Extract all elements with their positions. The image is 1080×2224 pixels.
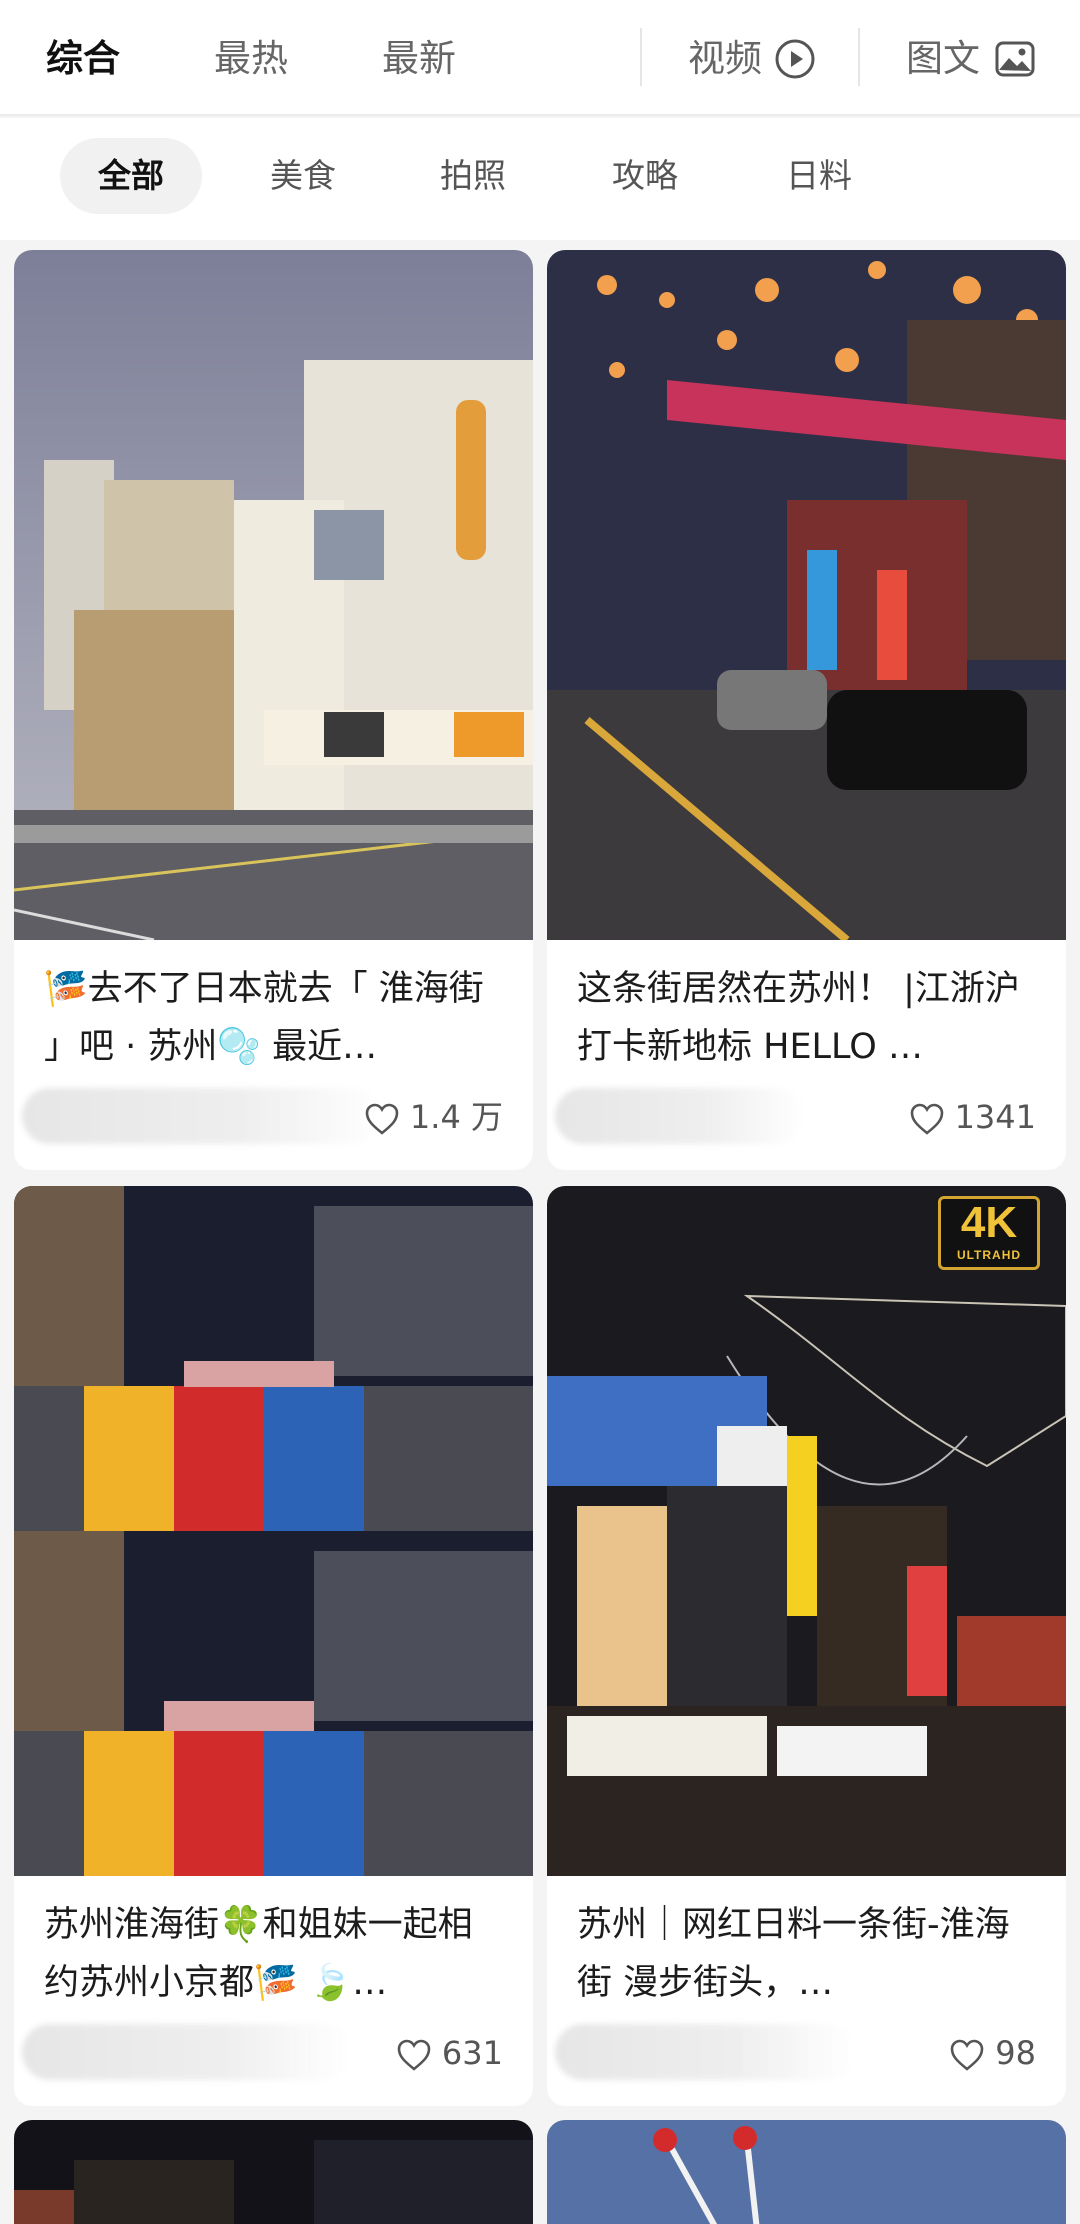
post-image xyxy=(547,2120,1066,2224)
post-image xyxy=(547,250,1066,940)
heart-icon xyxy=(397,2039,431,2071)
post-title: 🎏去不了日本就去「 淮海街 」吧 · 苏州🫧 最近… xyxy=(44,960,507,1076)
post-title: 苏州｜网红日料一条街-淮海街 漫步街头，… xyxy=(577,1905,1010,2003)
feed-card[interactable]: 苏州淮海街🍀和姐妹一起相约苏州小京都🎏 🍃… 631 xyxy=(14,1186,533,2106)
feed-card-partial[interactable] xyxy=(547,2120,1066,2224)
like-count[interactable]: 1.4 万 xyxy=(364,1092,503,1142)
divider xyxy=(640,28,642,86)
post-title-text: 最近… xyxy=(260,1027,378,1067)
heart-icon xyxy=(950,2039,984,2071)
author-info-blurred[interactable] xyxy=(22,1088,382,1144)
post-image xyxy=(14,2120,533,2224)
feed-card[interactable]: 🎏去不了日本就去「 淮海街 」吧 · 苏州🫧 最近… 1.4 万 xyxy=(14,250,533,1170)
like-count[interactable]: 98 xyxy=(949,2028,1036,2078)
chip-all[interactable]: 全部 xyxy=(60,138,202,214)
author-info-blurred[interactable] xyxy=(22,2024,352,2080)
author-info-blurred[interactable] xyxy=(555,1088,805,1144)
play-circle-icon[interactable] xyxy=(772,36,818,82)
video-thumbnail xyxy=(547,1186,1066,1876)
4k-ultrahd-badge: 4K ULTRAHD xyxy=(938,1196,1040,1270)
chip-japanese-food[interactable]: 日料 xyxy=(760,138,878,214)
chip-guide[interactable]: 攻略 xyxy=(586,138,704,214)
post-title: 苏州淮海街🍀和姐妹一起相约苏州小京都🎏 🍃… xyxy=(44,1905,473,2003)
badge-4k-text: 4K xyxy=(960,1198,1018,1247)
feed-card[interactable]: 这条街居然在苏州！ |江浙沪打卡新地标 HELLO … 1341 xyxy=(547,250,1066,1170)
chip-photo[interactable]: 拍照 xyxy=(414,138,532,214)
tab-newest[interactable]: 最新 xyxy=(382,34,456,84)
koinobori-emoji: 🎏 xyxy=(44,969,88,1009)
chip-food[interactable]: 美食 xyxy=(244,138,362,214)
feed-card-partial[interactable] xyxy=(14,2120,533,2224)
post-image xyxy=(14,1186,533,1876)
post-title: 这条街居然在苏州！ |江浙沪打卡新地标 HELLO … xyxy=(577,969,1020,1067)
top-tab-bar: 综合 最热 最新 视频 图文 xyxy=(0,0,1080,116)
like-count[interactable]: 1341 xyxy=(909,1092,1036,1142)
post-image xyxy=(14,250,533,940)
tab-comprehensive[interactable]: 综合 xyxy=(46,34,120,84)
tab-video[interactable]: 视频 xyxy=(688,34,762,84)
like-count-value: 631 xyxy=(441,2034,503,2072)
globe-emoji: 🫧 xyxy=(217,1027,261,1067)
like-count-value: 1.4 万 xyxy=(409,1098,503,1136)
divider xyxy=(858,28,860,86)
like-count-value: 1341 xyxy=(954,1098,1036,1136)
image-icon[interactable] xyxy=(992,36,1038,82)
heart-icon xyxy=(365,1103,399,1135)
category-chips: 全部 美食 拍照 攻略 日料 xyxy=(0,118,1080,240)
badge-ultrahd-text: ULTRAHD xyxy=(956,1248,1022,1262)
author-info-blurred[interactable] xyxy=(555,2024,855,2080)
like-count-value: 98 xyxy=(995,2034,1036,2072)
heart-icon xyxy=(910,1103,943,1135)
feed-card[interactable]: 4K ULTRAHD 苏州｜网红日料一条街-淮海街 漫步街头，… 98 xyxy=(547,1186,1066,2106)
like-count[interactable]: 631 xyxy=(396,2028,503,2078)
tab-image-text[interactable]: 图文 xyxy=(906,34,980,84)
tab-hottest[interactable]: 最热 xyxy=(214,34,288,84)
